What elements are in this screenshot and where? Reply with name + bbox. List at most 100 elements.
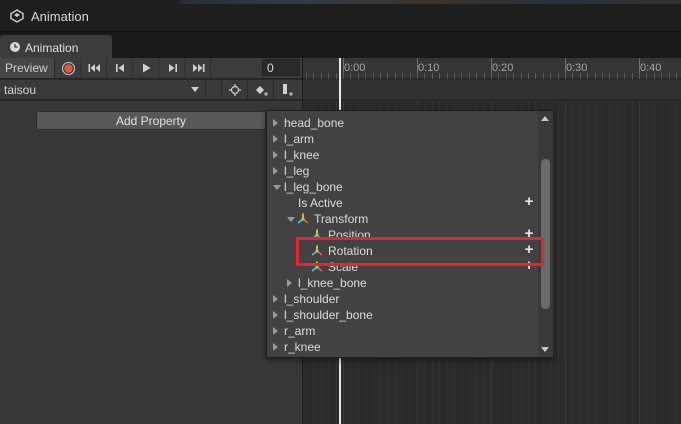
expand-right-arrow-icon[interactable] (273, 327, 278, 335)
ruler-minor-tick (528, 73, 529, 79)
ruler-minor-tick (410, 73, 411, 79)
property-pane: Add Property (0, 101, 302, 424)
add-property-plus-icon[interactable]: + (522, 194, 536, 209)
expand-right-arrow-icon[interactable] (273, 151, 278, 159)
property-row-l-shoulder-bone[interactable]: l_shoulder_bone (267, 307, 537, 323)
ruler-minor-tick (632, 73, 633, 79)
ruler-time-label: 0:10 (418, 62, 440, 74)
property-row-r-arm[interactable]: r_arm (267, 323, 537, 339)
ruler-minor-tick (454, 73, 455, 79)
timeline-gridline (624, 101, 625, 424)
frame-number-field[interactable]: 0 (262, 59, 300, 76)
ruler-minor-tick (587, 73, 588, 79)
ruler-time-label: 0:30 (566, 62, 588, 74)
event-row[interactable] (303, 80, 681, 100)
property-label: l_leg_bone (284, 180, 343, 194)
ruler-minor-tick (558, 73, 559, 79)
time-ruler[interactable]: 0:00 0:10 0:20 0:30 0:40 (303, 58, 681, 79)
preview-button[interactable]: Preview (0, 58, 55, 78)
scroll-up-arrow-icon[interactable] (541, 116, 549, 121)
ruler-minor-tick (461, 73, 462, 79)
property-row-l-shoulder[interactable]: l_shoulder (267, 291, 537, 307)
timeline-gridline (632, 101, 633, 424)
property-row-transform[interactable]: Transform (267, 211, 537, 227)
add-keyframe-button[interactable] (247, 80, 273, 99)
last-keyframe-button[interactable] (186, 58, 211, 78)
tab-animation[interactable]: Animation (0, 35, 112, 58)
property-row-r-knee[interactable]: r_knee (267, 339, 537, 355)
ruler-time-label: 0:00 (344, 62, 366, 74)
ruler-minor-tick (321, 73, 322, 79)
ruler-minor-tick (328, 73, 329, 79)
timeline-gridline (602, 101, 603, 424)
add-event-icon (283, 84, 293, 96)
add-property-popup: head_bone l_arm l_knee l_leg l_leg_bone Is Ac… (266, 110, 553, 358)
window-titlebar: Animation (0, 0, 681, 32)
property-row-l-knee-bone[interactable]: l_knee_bone (267, 275, 537, 291)
property-row-l-leg[interactable]: l_leg (267, 163, 537, 179)
add-property-button[interactable]: Add Property (36, 111, 266, 130)
property-row-l-knee[interactable]: l_knee (267, 147, 537, 163)
popup-scrollbar[interactable] (538, 111, 553, 357)
property-label: l_arm (284, 132, 315, 146)
property-row-l-leg-bone[interactable]: l_leg_bone (267, 179, 537, 195)
ruler-minor-tick (365, 73, 366, 79)
ruler-minor-tick (550, 73, 551, 79)
timeline-gridline (646, 101, 647, 424)
timeline-gridline (654, 101, 655, 424)
ruler-minor-tick (565, 73, 566, 79)
timeline-gridline (572, 101, 573, 424)
first-keyframe-button[interactable] (82, 58, 107, 78)
scroll-down-arrow-icon[interactable] (541, 347, 549, 352)
property-row-head-bone[interactable]: head_bone (267, 115, 537, 131)
ruler-minor-tick (513, 73, 514, 79)
ruler-minor-tick (484, 73, 485, 79)
add-event-button[interactable] (273, 80, 299, 99)
expand-right-arrow-icon[interactable] (273, 119, 278, 127)
play-icon (143, 63, 151, 73)
ruler-minor-tick (306, 73, 307, 79)
ruler-minor-tick (580, 73, 581, 79)
titlebar-background-strip (180, 0, 681, 4)
timeline-gridline (639, 101, 640, 424)
ruler-minor-tick (639, 73, 640, 79)
timeline-gridline (565, 101, 566, 424)
play-button[interactable] (134, 58, 159, 78)
property-label: head_bone (284, 116, 345, 130)
expand-right-arrow-icon[interactable] (273, 311, 278, 319)
expand-right-arrow-icon[interactable] (273, 295, 278, 303)
ruler-minor-tick (595, 73, 596, 79)
expand-right-arrow-icon[interactable] (273, 343, 278, 351)
property-label: Transform (314, 212, 369, 226)
property-row-l-arm[interactable]: l_arm (267, 131, 537, 147)
timeline-gridline (580, 101, 581, 424)
expand-down-arrow-icon[interactable] (287, 217, 295, 222)
timeline-gridline (558, 101, 559, 424)
ruler-minor-tick (469, 73, 470, 79)
ruler-minor-tick (661, 73, 662, 79)
expand-right-arrow-icon[interactable] (287, 279, 292, 287)
ruler-minor-tick (380, 73, 381, 79)
expand-right-arrow-icon[interactable] (273, 135, 278, 143)
clip-dropdown[interactable]: taisou (0, 80, 206, 99)
ruler-minor-tick (417, 73, 418, 79)
next-keyframe-button[interactable] (160, 58, 185, 78)
timeline-gridline (669, 101, 670, 424)
property-label: l_leg (284, 164, 310, 178)
clock-icon (10, 42, 20, 52)
scrollbar-thumb[interactable] (541, 159, 550, 309)
ruler-minor-tick (572, 73, 573, 79)
record-button[interactable] (56, 58, 81, 78)
ruler-minor-tick (654, 73, 655, 79)
ruler-minor-tick (439, 73, 440, 79)
ruler-minor-tick (476, 73, 477, 79)
property-row-is-active[interactable]: Is Active + (267, 194, 537, 211)
filter-selected-button[interactable] (221, 80, 247, 99)
expand-down-arrow-icon[interactable] (273, 185, 281, 190)
previous-keyframe-button[interactable] (108, 58, 133, 78)
record-icon (62, 62, 75, 75)
expand-right-arrow-icon[interactable] (273, 167, 278, 175)
ruler-minor-tick (617, 73, 618, 79)
step-forward-icon (169, 64, 177, 72)
timeline-gridline (587, 101, 588, 424)
